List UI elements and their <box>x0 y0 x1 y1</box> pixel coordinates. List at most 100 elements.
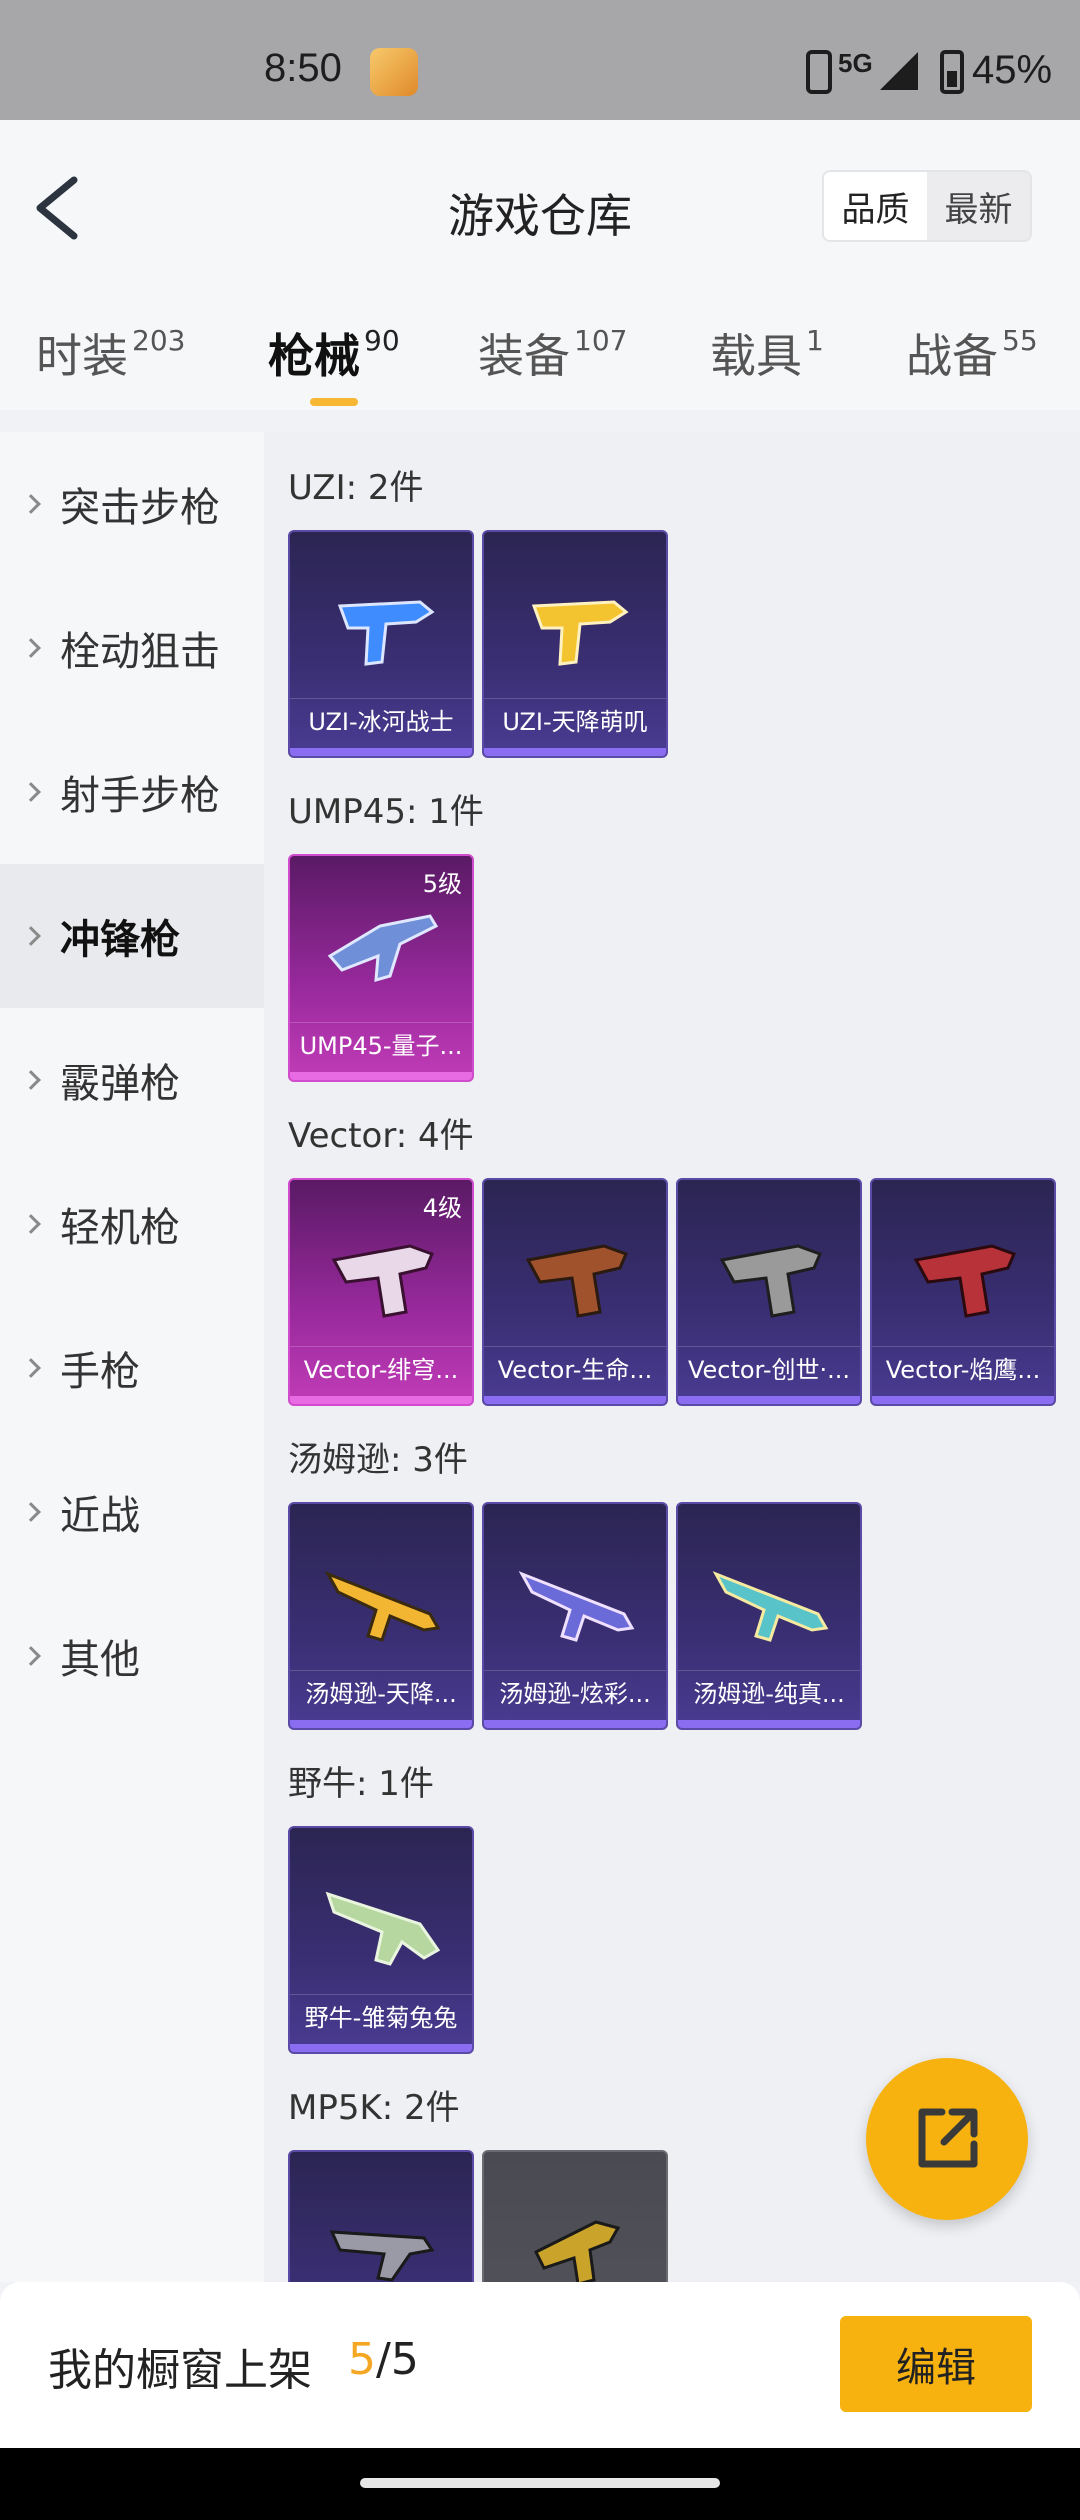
smg-icon <box>913 1244 1017 1318</box>
tab-fashion[interactable]: 时装 203 <box>36 320 185 386</box>
weapon-card[interactable]: 汤姆逊-炫彩... <box>482 1502 668 1730</box>
weapon-level: 5级 <box>422 870 462 898</box>
sidebar-item-label: 轻机枪 <box>60 1205 180 1251</box>
network-type: 5G <box>838 48 873 78</box>
tab-count: 203 <box>132 324 186 357</box>
sidebar-item-label: 射手步枪 <box>60 773 220 819</box>
home-indicator[interactable] <box>360 2478 720 2488</box>
weapon-card[interactable]: UZI-冰河战士 <box>288 530 474 758</box>
weapon-card-name: 野牛-雏菊兔兔 <box>290 1994 472 2040</box>
chevron-right-icon <box>21 1358 41 1378</box>
smg-icon <box>712 1571 829 1642</box>
sidebar-item-label: 霰弹枪 <box>60 1061 180 1107</box>
system-nav-bar <box>0 2448 1080 2520</box>
weapon-card-name: UZI-天降萌叽 <box>484 698 666 744</box>
sidebar-item-assault-rifle[interactable]: 突击步枪 <box>0 432 264 576</box>
weapon-card-name: UZI-冰河战士 <box>290 698 472 744</box>
sidebar-item-lmg[interactable]: 轻机枪 <box>0 1152 264 1296</box>
share-button[interactable] <box>866 2058 1028 2220</box>
weapon-card[interactable]: Vector-创世·... <box>676 1178 862 1406</box>
sidebar-item-bolt-sniper[interactable]: 栓动狙击 <box>0 576 264 720</box>
active-tab-indicator <box>310 398 358 406</box>
status-time: 8:50 <box>264 46 342 90</box>
smg-icon <box>337 600 435 666</box>
quality-bar <box>484 1396 666 1404</box>
tab-label: 装备 <box>478 329 570 383</box>
weapon-card-name: UMP45-量子... <box>290 1022 472 1068</box>
weapon-card-name: 汤姆逊-炫彩... <box>484 1670 666 1716</box>
tab-supplies[interactable]: 战备 55 <box>906 320 1038 386</box>
chevron-right-icon <box>21 1646 41 1666</box>
chevron-right-icon <box>21 494 41 514</box>
showcase-label: 我的橱窗上架 <box>48 2345 312 2396</box>
showcase-current: 5 <box>348 2334 376 2385</box>
sidebar-item-label: 栓动狙击 <box>60 629 220 675</box>
quality-bar <box>678 1396 860 1404</box>
sidebar-item-shotgun[interactable]: 霰弹枪 <box>0 1008 264 1152</box>
chevron-right-icon <box>21 926 41 946</box>
smg-icon <box>531 600 629 666</box>
smg-icon <box>324 1571 441 1642</box>
tab-firearms[interactable]: 枪械 90 <box>268 320 400 386</box>
weapon-card-name: Vector-创世·... <box>678 1346 860 1392</box>
weapon-card-name: Vector-绯穹... <box>290 1346 472 1392</box>
signal-icon <box>880 52 918 90</box>
sort-option-quality[interactable]: 品质 <box>824 172 927 240</box>
smg-icon <box>325 1891 441 1966</box>
category-tabs: 时装 203 枪械 90 装备 107 载具 1 战备 55 <box>0 320 1080 410</box>
group-title: UZI: 2件 <box>288 468 424 508</box>
sort-toggle: 品质 最新 <box>822 170 1032 242</box>
weapon-card-name: Vector-焰鹰... <box>872 1346 1054 1392</box>
smg-icon <box>331 1244 435 1318</box>
tab-label: 时装 <box>36 329 128 383</box>
sidebar-item-label: 其他 <box>60 1637 140 1683</box>
weapon-card[interactable]: 汤姆逊-天降... <box>288 1502 474 1730</box>
quality-bar <box>484 748 666 756</box>
group-title: UMP45: 1件 <box>288 792 484 832</box>
weapon-card[interactable]: Vector-生命... <box>482 1178 668 1406</box>
tab-count: 107 <box>574 324 628 357</box>
weapon-card[interactable]: Vector-焰鹰... <box>870 1178 1056 1406</box>
sidebar-item-marksman-rifle[interactable]: 射手步枪 <box>0 720 264 864</box>
smg-icon <box>525 1244 629 1318</box>
weapon-card[interactable] <box>288 2150 474 2282</box>
tab-label: 载具 <box>710 329 802 383</box>
quality-bar <box>872 1396 1054 1404</box>
tab-label: 枪械 <box>268 329 360 383</box>
sidebar-item-melee[interactable]: 近战 <box>0 1440 264 1584</box>
sidebar-item-label: 近战 <box>60 1493 140 1539</box>
group-title: MP5K: 2件 <box>288 2088 460 2128</box>
weapon-card[interactable] <box>482 2150 668 2282</box>
tab-vehicles[interactable]: 载具 1 <box>710 320 824 386</box>
group-title: Vector: 4件 <box>288 1116 474 1156</box>
weapon-card[interactable]: 4级 Vector-绯穹... <box>288 1178 474 1406</box>
tab-equipment[interactable]: 装备 107 <box>478 320 627 386</box>
sidebar-item-pistol[interactable]: 手枪 <box>0 1296 264 1440</box>
weapon-card-name: 汤姆逊-天降... <box>290 1670 472 1716</box>
chevron-right-icon <box>21 1214 41 1234</box>
quality-bar <box>290 1396 472 1404</box>
tab-count: 1 <box>806 324 824 357</box>
tab-count: 55 <box>1002 324 1038 357</box>
tab-count: 90 <box>364 324 400 357</box>
quality-bar <box>290 1720 472 1728</box>
sidebar-item-smg[interactable]: 冲锋枪 <box>0 864 264 1008</box>
weapon-category-sidebar: 突击步枪 栓动狙击 射手步枪 冲锋枪 霰弹枪 轻机枪 手枪 近战 其他 <box>0 432 264 2282</box>
header: 游戏仓库 品质 最新 时装 203 枪械 90 装备 107 载具 1 战备 55 <box>0 120 1080 410</box>
quality-bar <box>290 2044 472 2052</box>
quality-bar <box>484 1720 666 1728</box>
weapon-card[interactable]: 5级 UMP45-量子... <box>288 854 474 1082</box>
sidebar-item-label: 冲锋枪 <box>60 917 180 963</box>
smg-icon <box>518 1571 635 1642</box>
weapon-card[interactable]: UZI-天降萌叽 <box>482 530 668 758</box>
sort-option-newest[interactable]: 最新 <box>927 172 1030 240</box>
external-link-icon <box>918 2108 978 2168</box>
weapon-card[interactable]: 野牛-雏菊兔兔 <box>288 1826 474 2054</box>
smg-icon <box>327 914 439 983</box>
sidebar-item-other[interactable]: 其他 <box>0 1584 264 1728</box>
showcase-bar: 我的橱窗上架 5/5 编辑 <box>0 2282 1080 2448</box>
weapon-card[interactable]: 汤姆逊-纯真... <box>676 1502 862 1730</box>
chevron-right-icon <box>21 638 41 658</box>
quality-bar <box>290 1072 472 1080</box>
edit-button[interactable]: 编辑 <box>840 2316 1032 2412</box>
